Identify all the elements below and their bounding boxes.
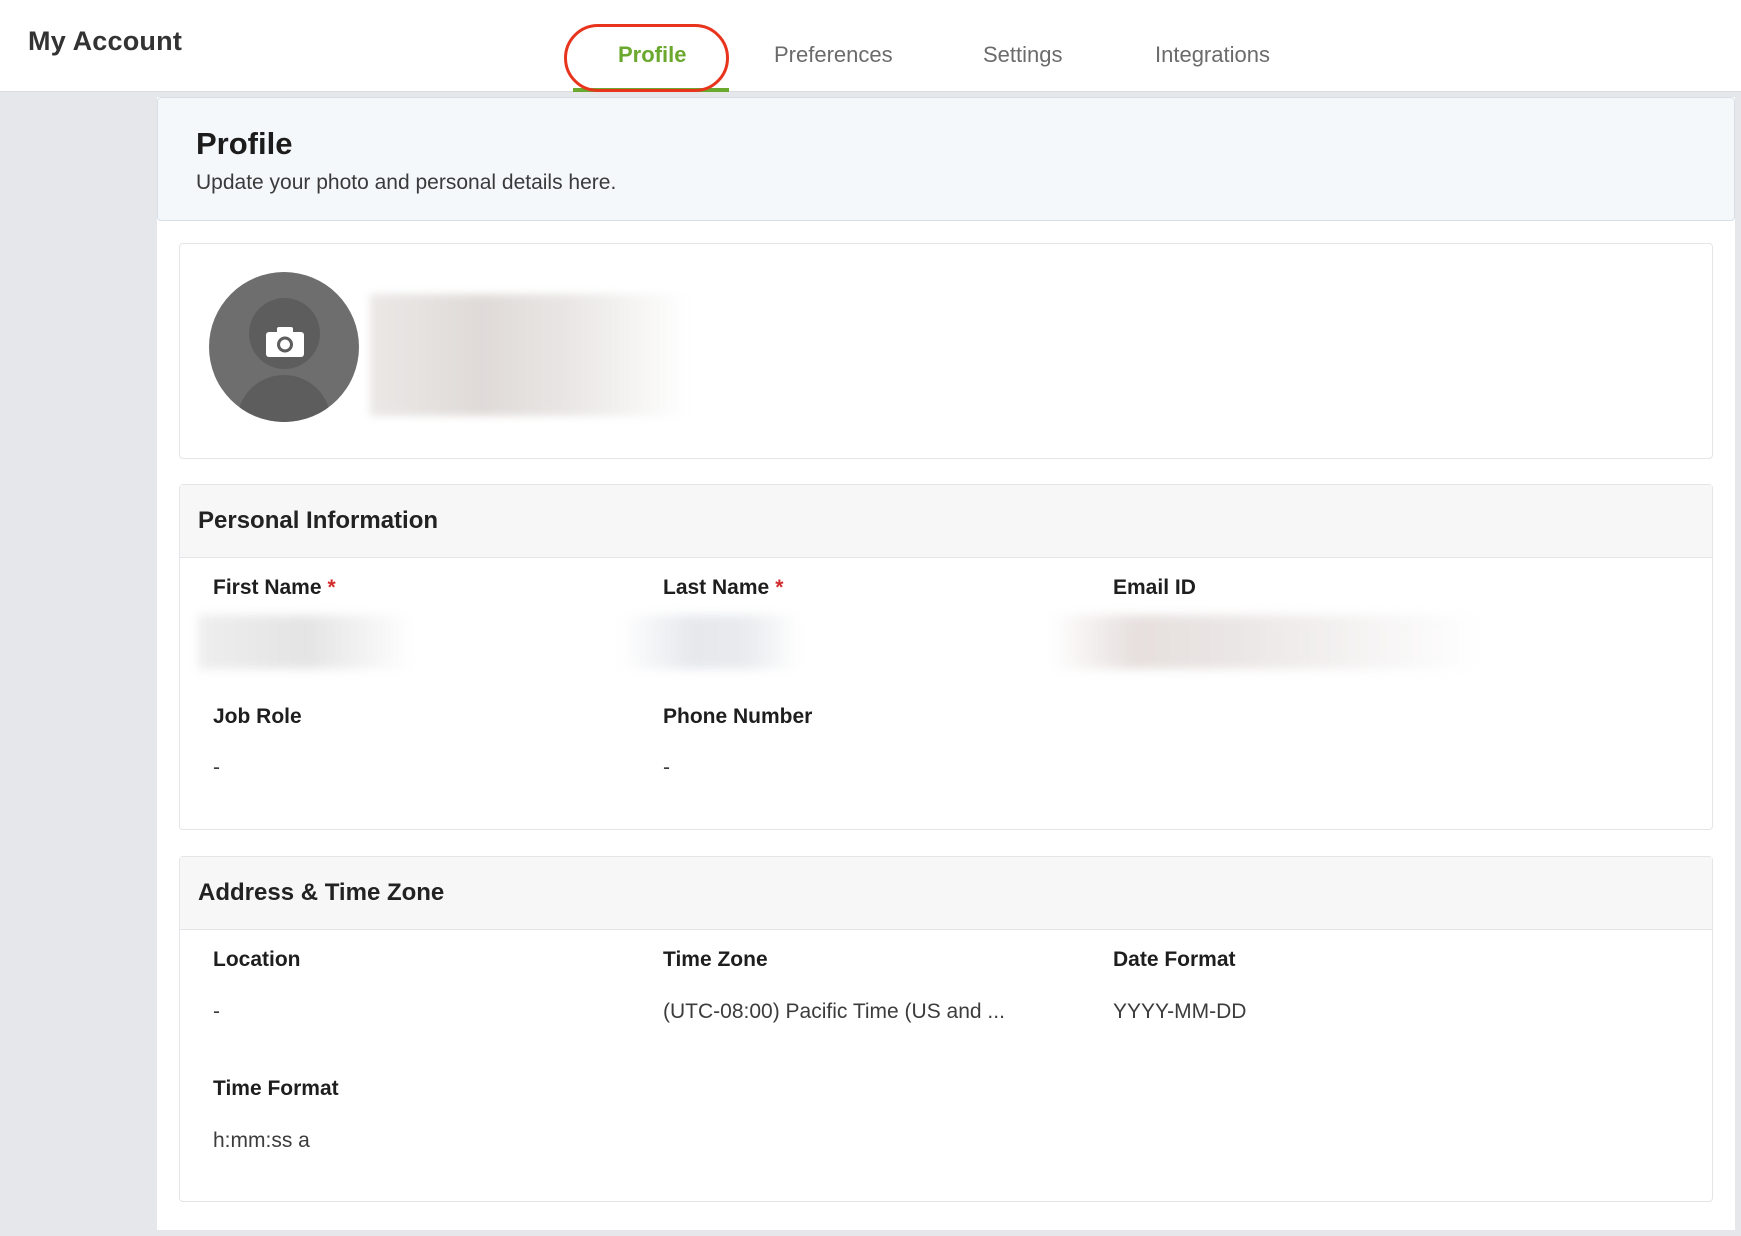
avatar[interactable] bbox=[209, 272, 359, 422]
time-format-value: h:mm:ss a bbox=[213, 1129, 310, 1152]
last-name-label: Last Name * bbox=[663, 576, 784, 599]
phone-number-label: Phone Number bbox=[663, 705, 813, 728]
tab-preferences[interactable]: Preferences bbox=[774, 42, 893, 68]
tab-settings[interactable]: Settings bbox=[983, 42, 1063, 68]
avatar-card bbox=[179, 243, 1713, 459]
first-name-value-redacted bbox=[198, 615, 413, 669]
job-role-label: Job Role bbox=[213, 705, 302, 728]
tab-integrations[interactable]: Integrations bbox=[1155, 42, 1270, 68]
section-header: Personal Information bbox=[180, 485, 1712, 558]
section-header: Address & Time Zone bbox=[180, 857, 1712, 930]
page-header: Profile Update your photo and personal d… bbox=[157, 97, 1735, 221]
last-name-value-redacted bbox=[620, 615, 800, 669]
personal-information-card: Personal Information First Name * Last Na… bbox=[179, 484, 1713, 830]
section-title: Personal Information bbox=[198, 507, 439, 534]
camera-icon[interactable] bbox=[265, 326, 305, 358]
job-role-value: - bbox=[213, 756, 220, 779]
time-zone-label: Time Zone bbox=[663, 948, 768, 971]
tab-profile[interactable]: Profile bbox=[618, 42, 686, 68]
required-marker: * bbox=[775, 576, 784, 599]
section-title: Address & Time Zone bbox=[198, 879, 445, 906]
date-format-value: YYYY-MM-DD bbox=[1113, 1000, 1247, 1023]
main-content: Profile Update your photo and personal d… bbox=[157, 97, 1735, 1230]
date-format-label: Date Format bbox=[1113, 948, 1236, 971]
email-label: Email ID bbox=[1113, 576, 1196, 599]
avatar-body-shape bbox=[237, 375, 331, 422]
active-tab-indicator bbox=[573, 88, 729, 92]
profile-name-redacted bbox=[370, 294, 690, 416]
address-time-zone-card: Address & Time Zone Location - Time Zone… bbox=[179, 856, 1713, 1202]
page-subtitle: Update your photo and personal details h… bbox=[196, 171, 617, 194]
phone-number-value: - bbox=[663, 756, 670, 779]
time-format-label: Time Format bbox=[213, 1077, 339, 1100]
tab-bar: Profile Preferences Settings Integration… bbox=[0, 0, 1741, 92]
email-value-redacted bbox=[1050, 615, 1480, 669]
first-name-label: First Name * bbox=[213, 576, 336, 599]
required-marker: * bbox=[327, 576, 336, 599]
top-bar: My Account Profile Preferences Settings … bbox=[0, 0, 1741, 92]
time-zone-value: (UTC-08:00) Pacific Time (US and ... bbox=[663, 1000, 1005, 1023]
location-label: Location bbox=[213, 948, 301, 971]
page-title: Profile bbox=[196, 126, 293, 161]
location-value: - bbox=[213, 1000, 220, 1023]
